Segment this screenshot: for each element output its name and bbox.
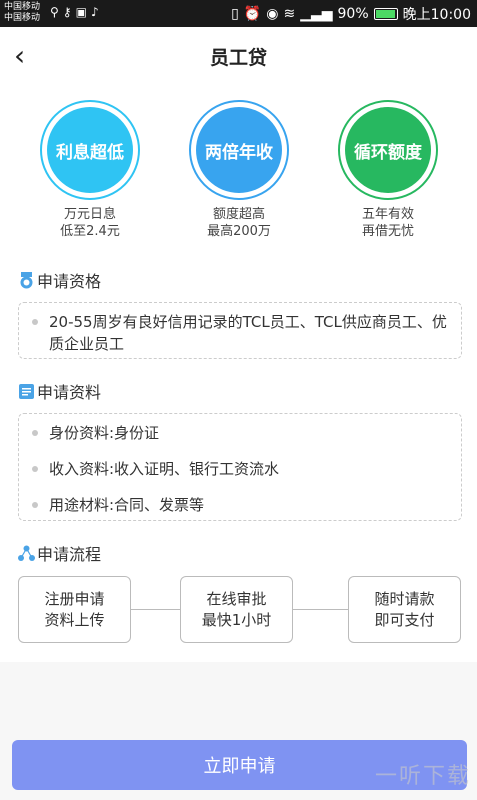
document-icon — [19, 383, 34, 399]
feature-desc-2: 低至2.4元 — [60, 224, 120, 239]
step-line-2: 最快1小时 — [201, 611, 272, 629]
feature-desc-1: 额度超高 — [212, 207, 265, 222]
step-line-1: 随时请款 — [374, 590, 435, 608]
step-line-1: 在线审批 — [206, 590, 267, 608]
watermark: 一听下载 — [374, 764, 471, 789]
carrier-info: 中国移动 中国移动 — [4, 2, 40, 24]
flow-icon — [18, 545, 35, 561]
app-icon: ▣ — [75, 5, 91, 19]
feature-desc-1: 五年有效 — [361, 207, 414, 222]
clock: 晚上10:00 — [402, 7, 471, 23]
list-item: 用途材料:合同、发票等 — [23, 494, 447, 516]
tiktok-icon: ♪ — [90, 5, 103, 19]
list-item: 收入资料:收入证明、银行工资流水 — [23, 458, 447, 480]
feature-badge: 两倍年收 — [196, 107, 282, 193]
nav-bar: ‹ 员工贷 — [0, 27, 477, 84]
feature-low-interest: 利息超低 万元日息 低至2.4元 — [35, 100, 145, 240]
notification-icons: ⚲⚷▣♪ — [50, 5, 103, 19]
key-icon: ⚷ — [62, 5, 76, 19]
wifi-icon: ≋ — [283, 6, 296, 22]
qualification-heading: 申请资格 — [18, 268, 101, 292]
carrier-2: 中国移动 — [4, 13, 41, 23]
section-title: 申请流程 — [37, 545, 102, 564]
usb-icon: ⚲ — [50, 5, 63, 19]
page-title: 员工贷 — [209, 47, 267, 69]
step-line-2: 资料上传 — [44, 611, 105, 629]
feature-double-income: 两倍年收 额度超高 最高200万 — [184, 100, 294, 240]
process-step-register: 注册申请 资料上传 — [18, 576, 131, 643]
signal-icon: ▁▃▅ — [300, 6, 333, 22]
battery-icon — [373, 8, 398, 20]
step-line-1: 注册申请 — [44, 590, 105, 608]
eye-icon: ◉ — [266, 6, 279, 22]
feature-desc-2: 再借无忧 — [361, 224, 414, 239]
status-right: ▯ ⏰ ◉ ≋ ▁▃▅ 90% 晚上10:00 — [231, 4, 471, 24]
carrier-1: 中国移动 — [4, 2, 41, 12]
step-connector — [293, 609, 348, 610]
battery-percent: 90% — [337, 6, 369, 22]
feature-ring: 利息超低 — [40, 100, 140, 200]
feature-desc-1: 万元日息 — [63, 207, 116, 222]
status-bar: 中国移动 中国移动 ⚲⚷▣♪ ▯ ⏰ ◉ ≋ ▁▃▅ 90% 晚上10:00 — [0, 0, 477, 27]
feature-revolving-credit: 循环额度 五年有效 再借无忧 — [333, 100, 443, 240]
materials-heading: 申请资料 — [18, 379, 101, 403]
qualification-box: 20-55周岁有良好信用记录的TCL员工、TCL供应商员工、优质企业员工 — [18, 302, 462, 359]
materials-box: 身份资料:身份证 收入资料:收入证明、银行工资流水 用途材料:合同、发票等 — [18, 413, 462, 521]
medal-icon — [20, 271, 33, 288]
step-connector — [131, 609, 180, 610]
step-line-2: 即可支付 — [374, 611, 435, 629]
feature-ring: 两倍年收 — [189, 100, 289, 200]
feature-desc-2: 最高200万 — [207, 224, 271, 239]
alarm-icon: ⏰ — [243, 6, 262, 22]
process-step-payment: 随时请款 即可支付 — [348, 576, 461, 643]
list-item: 身份资料:身份证 — [23, 422, 447, 444]
list-item: 20-55周岁有良好信用记录的TCL员工、TCL供应商员工、优质企业员工 — [23, 311, 447, 355]
main-content: 利息超低 万元日息 低至2.4元 两倍年收 额度超高 最高200万 循环额度 五… — [0, 84, 477, 662]
section-title: 申请资料 — [37, 383, 102, 402]
vibrate-icon: ▯ — [231, 6, 239, 22]
section-title: 申请资格 — [37, 272, 102, 291]
feature-ring: 循环额度 — [338, 100, 438, 200]
feature-badge: 循环额度 — [345, 107, 431, 193]
process-heading: 申请流程 — [18, 541, 101, 565]
feature-badge: 利息超低 — [47, 107, 133, 193]
process-step-approval: 在线审批 最快1小时 — [180, 576, 293, 643]
